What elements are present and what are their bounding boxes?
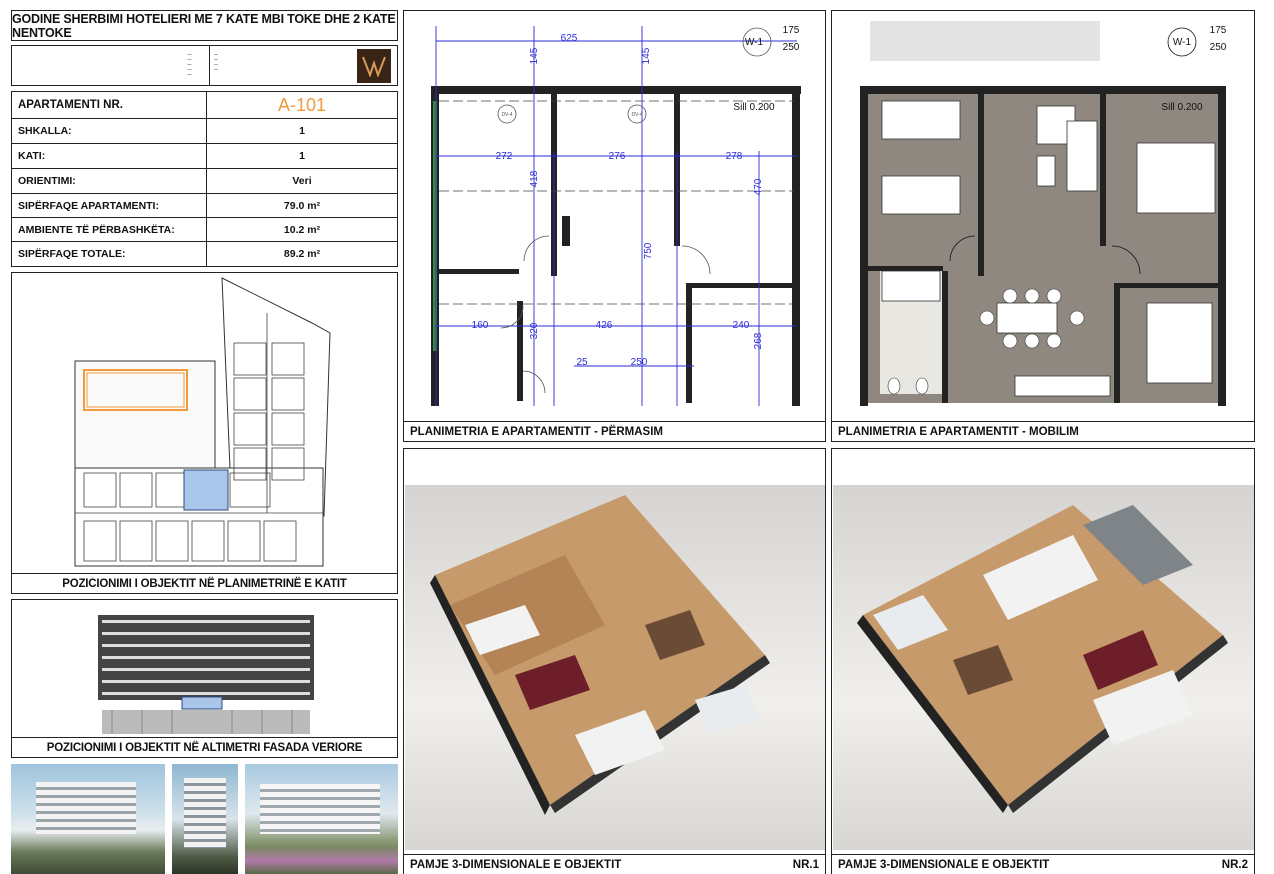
dim-268: 268 [753,332,764,349]
plan-furniture-panel: W-1 175 250 Sill 0.200 PLANIMETRIA E APA… [831,10,1255,442]
plan-dimensions-title: PLANIMETRIA E APARTAMENTIT - PËRMASIM [410,425,663,438]
company-logo [357,49,391,83]
view3d-render-1 [405,485,825,850]
dim-418: 418 [529,170,540,187]
dim-160: 160 [472,320,489,331]
dim-25: 25 [576,357,588,368]
facade-position-caption: POZICIONIMI I OBJEKTIT NË ALTIMETRI FASA… [12,737,397,757]
render-photo-3 [245,764,398,874]
facade-position-panel: POZICIONIMI I OBJEKTIT NË ALTIMETRI FASA… [11,599,398,758]
door-tag: DV-4 [631,112,642,118]
view3d-panel-2: PAMJE 3-DIMENSIONALE E OBJEKTIT NR.2 [831,448,1255,874]
door-tag: DV-4 [501,112,512,118]
info-label: KATI: [12,144,207,168]
dim-145-right: 145 [641,47,652,64]
floor-position-panel: POZICIONIMI I OBJEKTIT NË PLANIMETRINË E… [11,272,398,594]
view3d-title-1: PAMJE 3-DIMENSIONALE E OBJEKTIT [410,858,622,871]
view3d-number-1: NR.1 [792,858,819,871]
sill-height-note: Sill 0.200 [733,102,775,113]
dim-426: 426 [596,320,613,331]
credits-right: — — — — [214,51,218,71]
dim-320: 320 [529,322,540,339]
plan-dimensions-caption: PLANIMETRIA E APARTAMENTIT - PËRMASIM [404,421,825,441]
view3d-panel-1: PAMJE 3-DIMENSIONALE E OBJEKTIT NR.1 [403,448,826,874]
floor-key-plan [74,277,331,567]
dim-250-height: 250 [1210,42,1227,53]
dim-470: 470 [753,178,764,195]
dim-272: 272 [496,151,513,162]
plan-furniture-title: PLANIMETRIA E APARTAMENTIT - MOBILIM [838,425,1079,438]
dim-276: 276 [609,151,626,162]
furnished-floor-plan: W-1 175 250 Sill 0.200 [860,21,1227,406]
credits-strip: — — — — — — — — — [11,45,398,86]
info-label: SIPËRFAQE APARTAMENTI: [12,194,207,217]
view3d-caption-2: PAMJE 3-DIMENSIONALE E OBJEKTIT NR.2 [832,854,1254,874]
info-row: SHKALLA: 1 [12,119,397,144]
info-value: 10.2 m² [283,223,321,236]
dim-175: 175 [783,25,800,36]
view3d-caption-1: PAMJE 3-DIMENSIONALE E OBJEKTIT NR.1 [404,854,825,874]
window-tag: W-1 [1173,37,1192,48]
plan-dimensions-panel: 625 145 145 272 276 278 418 470 750 160 … [403,10,826,442]
info-row-apartment: APARTAMENTI NR. A-101 [12,92,397,119]
info-row: SIPËRFAQE APARTAMENTI: 79.0 m² [12,194,397,218]
apartment-label: APARTAMENTI NR. [12,92,207,118]
view3d-number-2: NR.2 [1221,858,1248,871]
info-label: ORIENTIMI: [12,169,207,193]
info-value: 1 [299,150,305,162]
render-photo-1 [11,764,165,874]
info-row: SIPËRFAQE TOTALE: 89.2 m² [12,242,397,266]
info-label: SHKALLA: [12,119,207,143]
dim-750: 750 [643,242,654,259]
dim-145-left: 145 [529,47,540,64]
dim-278: 278 [726,151,743,162]
info-value: 79.0 m² [283,199,321,212]
dimension-floor-plan: 625 145 145 272 276 278 418 470 750 160 … [431,25,801,406]
info-value: 1 [299,125,305,137]
info-row: KATI: 1 [12,144,397,169]
plan-furniture-caption: PLANIMETRIA E APARTAMENTIT - MOBILIM [832,421,1254,441]
view3d-title-2: PAMJE 3-DIMENSIONALE E OBJEKTIT [838,858,1050,871]
info-row: AMBIENTE TË PËRBASHKËTA: 10.2 m² [12,218,397,242]
view3d-render-2 [833,485,1254,850]
window-tag: W-1 [745,37,764,48]
dim-175: 175 [1210,25,1227,36]
dim-250: 250 [631,357,648,368]
facade-elevation [98,615,314,734]
info-value: Veri [292,175,312,187]
dim-240: 240 [733,320,750,331]
sill-height-note: Sill 0.200 [1161,102,1203,113]
apartment-number: A-101 [277,94,327,115]
apartment-info-table: APARTAMENTI NR. A-101 SHKALLA: 1 KATI: 1… [11,91,398,267]
dim-250-height: 250 [783,42,800,53]
document-title: GODINE SHERBIMI HOTELIERI ME 7 KATE MBI … [12,11,396,40]
render-photo-2 [172,764,238,874]
floor-position-caption: POZICIONIMI I OBJEKTIT NË PLANIMETRINË E… [12,573,397,593]
dim-625: 625 [561,33,578,44]
info-value: 89.2 m² [283,248,321,260]
info-row: ORIENTIMI: Veri [12,169,397,194]
info-label: SIPËRFAQE TOTALE: [12,242,207,266]
info-label: AMBIENTE TË PËRBASHKËTA: [12,218,207,241]
document-title-box: GODINE SHERBIMI HOTELIERI ME 7 KATE MBI … [11,10,398,41]
